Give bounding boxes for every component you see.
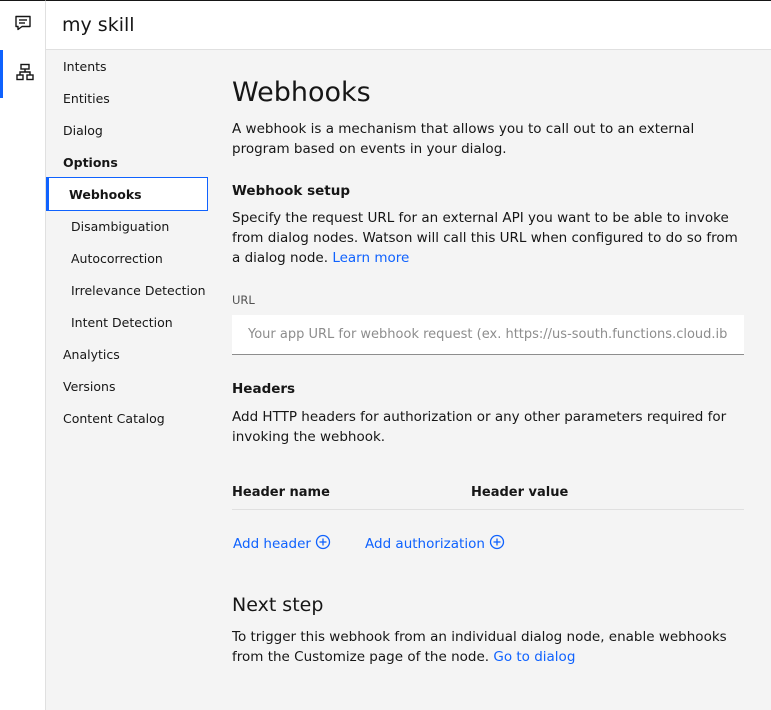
learn-more-link[interactable]: Learn more	[332, 250, 409, 266]
url-label: URL	[232, 293, 255, 307]
nav-item-versions[interactable]: Versions	[63, 379, 115, 394]
setup-description: Specify the request URL for an external …	[232, 210, 738, 266]
header-name-column: Header name	[232, 485, 330, 500]
header-value-column: Header value	[471, 485, 569, 500]
nav-item-webhooks[interactable]: Webhooks	[46, 177, 208, 211]
intro-text: A webhook is a mechanism that allows you…	[232, 121, 695, 157]
next-step-description: To trigger this webhook from an individu…	[232, 629, 727, 665]
nav-item-autocorrection[interactable]: Autocorrection	[71, 251, 163, 266]
nav-item-irrelevance-detection[interactable]: Irrelevance Detection	[71, 283, 206, 298]
go-to-dialog-link[interactable]: Go to dialog	[493, 649, 575, 665]
page-title: Webhooks	[232, 77, 371, 108]
url-input[interactable]	[232, 315, 744, 355]
tree-diagram-icon	[15, 62, 35, 86]
chat-icon	[13, 13, 33, 37]
assistant-chat-button[interactable]	[0, 1, 46, 49]
nav-item-content-catalog[interactable]: Content Catalog	[63, 411, 165, 426]
skill-title: my skill	[62, 14, 135, 36]
nav-item-intent-detection[interactable]: Intent Detection	[71, 315, 173, 330]
skills-button[interactable]	[0, 50, 46, 98]
nav-item-intents[interactable]: Intents	[63, 59, 107, 74]
nav-item-disambiguation[interactable]: Disambiguation	[71, 219, 169, 234]
headers-text: Add HTTP headers for authorization or an…	[232, 409, 727, 445]
setup-heading: Webhook setup	[232, 183, 350, 199]
icon-rail	[0, 0, 46, 710]
nav-item-options[interactable]: Options	[63, 155, 118, 170]
add-authorization-label: Add authorization	[365, 536, 485, 552]
next-step-heading: Next step	[232, 594, 324, 616]
headers-heading: Headers	[232, 381, 296, 397]
headers-divider	[232, 509, 744, 510]
nav-item-webhooks-label: Webhooks	[69, 187, 142, 202]
nav-item-entities[interactable]: Entities	[63, 91, 110, 106]
skill-nav: Intents Entities Dialog Options Webhooks…	[46, 50, 216, 710]
add-circle-icon	[315, 534, 331, 554]
add-header-button[interactable]: Add header	[233, 534, 331, 554]
setup-text: Specify the request URL for an external …	[232, 208, 744, 268]
add-header-label: Add header	[233, 536, 311, 552]
add-circle-icon	[489, 534, 505, 554]
add-authorization-button[interactable]: Add authorization	[365, 534, 505, 554]
nav-item-analytics[interactable]: Analytics	[63, 347, 120, 362]
nav-item-dialog[interactable]: Dialog	[63, 123, 103, 138]
next-step-text: To trigger this webhook from an individu…	[232, 627, 744, 667]
top-bar: my skill	[46, 0, 771, 50]
